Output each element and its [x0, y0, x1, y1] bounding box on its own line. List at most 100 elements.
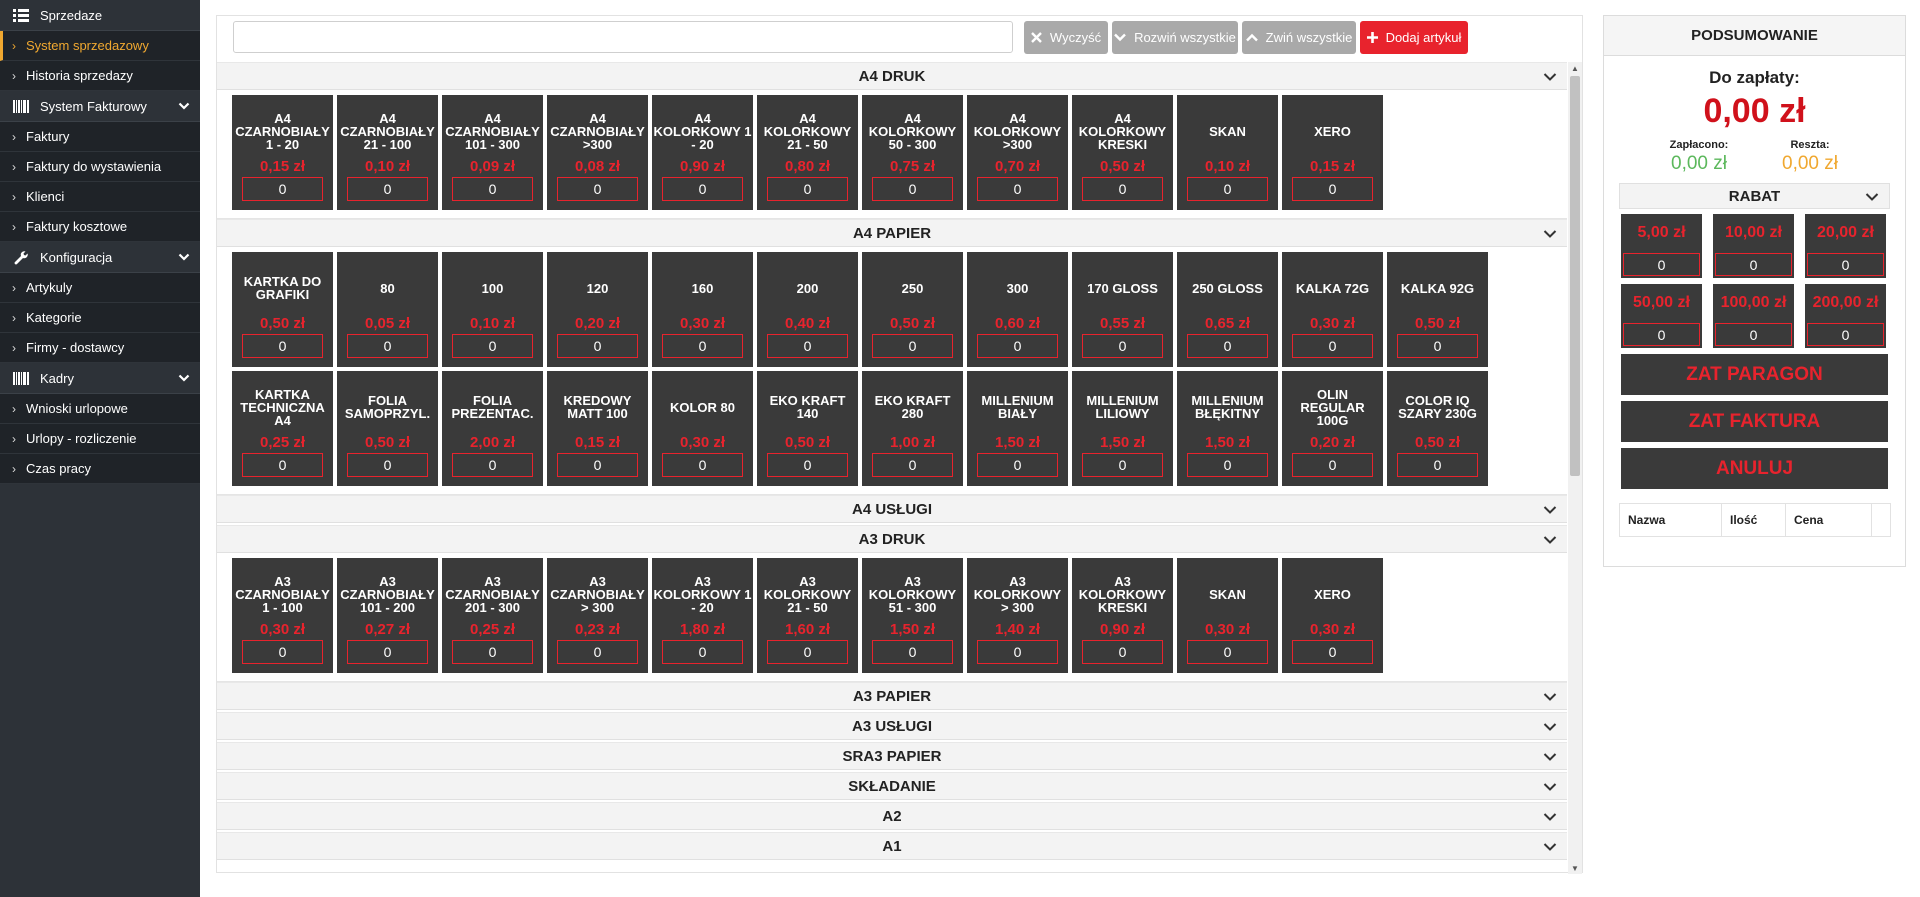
sidebar-item[interactable]: › Klienci: [0, 182, 200, 212]
article-quantity-input[interactable]: [347, 640, 428, 664]
article-quantity-input[interactable]: [977, 453, 1058, 477]
discount-quantity-input[interactable]: [1715, 253, 1792, 276]
article-quantity-input[interactable]: [452, 334, 533, 358]
discount-tile[interactable]: 10,00 zł: [1713, 214, 1794, 278]
article-quantity-input[interactable]: [452, 640, 533, 664]
sidebar-item[interactable]: › Faktury: [0, 122, 200, 152]
article-tile[interactable]: 250 0,50 zł: [862, 252, 963, 367]
discount-tile[interactable]: 50,00 zł: [1621, 284, 1702, 348]
discount-quantity-input[interactable]: [1623, 253, 1700, 276]
clear-button[interactable]: Wyczyść: [1024, 21, 1108, 54]
article-quantity-input[interactable]: [1292, 453, 1373, 477]
article-quantity-input[interactable]: [1397, 453, 1478, 477]
sidebar-section[interactable]: Konfiguracja: [0, 242, 200, 273]
category-header[interactable]: A3 USŁUGI: [217, 712, 1567, 740]
article-tile[interactable]: EKO KRAFT 140 0,50 zł: [757, 371, 858, 486]
article-quantity-input[interactable]: [977, 334, 1058, 358]
article-quantity-input[interactable]: [872, 177, 953, 201]
sidebar-item[interactable]: › Faktury do wystawienia: [0, 152, 200, 182]
category-header[interactable]: A4 USŁUGI: [217, 495, 1567, 523]
article-quantity-input[interactable]: [1292, 177, 1373, 201]
add-article-button[interactable]: Dodaj artykuł: [1360, 21, 1468, 54]
article-quantity-input[interactable]: [977, 640, 1058, 664]
article-tile[interactable]: A4 CZARNOBIAŁY 21 - 100 0,10 zł: [337, 95, 438, 210]
scroll-up-arrow-icon[interactable]: ▲: [1568, 62, 1582, 74]
article-quantity-input[interactable]: [557, 334, 638, 358]
article-quantity-input[interactable]: [767, 453, 848, 477]
article-quantity-input[interactable]: [1082, 177, 1163, 201]
article-tile[interactable]: A4 KOLORKOWY 50 - 300 0,75 zł: [862, 95, 963, 210]
discount-quantity-input[interactable]: [1807, 253, 1884, 276]
article-tile[interactable]: SKAN 0,10 zł: [1177, 95, 1278, 210]
article-tile[interactable]: KALKA 72G 0,30 zł: [1282, 252, 1383, 367]
article-tile[interactable]: 170 GLOSS 0,55 zł: [1072, 252, 1173, 367]
article-tile[interactable]: 160 0,30 zł: [652, 252, 753, 367]
article-tile[interactable]: A3 CZARNOBIAŁY > 300 0,23 zł: [547, 558, 648, 673]
article-tile[interactable]: A3 KOLORKOWY 51 - 300 1,50 zł: [862, 558, 963, 673]
article-tile[interactable]: 120 0,20 zł: [547, 252, 648, 367]
sidebar-item[interactable]: › Artykuly: [0, 273, 200, 303]
category-header[interactable]: SRA3 PAPIER: [217, 742, 1567, 770]
discount-tile[interactable]: 5,00 zł: [1621, 214, 1702, 278]
article-tile[interactable]: COLOR IQ SZARY 230G 0,50 zł: [1387, 371, 1488, 486]
article-quantity-input[interactable]: [662, 640, 743, 664]
invoice-button[interactable]: ZAT FAKTURA: [1621, 401, 1888, 442]
article-tile[interactable]: A3 KOLORKOWY > 300 1,40 zł: [967, 558, 1068, 673]
article-quantity-input[interactable]: [1187, 453, 1268, 477]
sidebar-item[interactable]: › Wnioski urlopowe: [0, 394, 200, 424]
scroll-down-arrow-icon[interactable]: ▼: [1568, 862, 1582, 874]
vertical-scrollbar[interactable]: ▲ ▼: [1568, 62, 1582, 874]
article-tile[interactable]: SKAN 0,30 zł: [1177, 558, 1278, 673]
category-header[interactable]: A3 PAPIER: [217, 682, 1567, 710]
article-quantity-input[interactable]: [872, 453, 953, 477]
article-quantity-input[interactable]: [767, 334, 848, 358]
article-tile[interactable]: KREDOWY MATT 100 0,15 zł: [547, 371, 648, 486]
category-header[interactable]: A2: [217, 802, 1567, 830]
article-quantity-input[interactable]: [347, 177, 428, 201]
article-quantity-input[interactable]: [242, 334, 323, 358]
article-quantity-input[interactable]: [662, 453, 743, 477]
article-quantity-input[interactable]: [977, 177, 1058, 201]
article-quantity-input[interactable]: [1292, 334, 1373, 358]
article-tile[interactable]: 250 GLOSS 0,65 zł: [1177, 252, 1278, 367]
article-tile[interactable]: EKO KRAFT 280 1,00 zł: [862, 371, 963, 486]
category-header[interactable]: A1: [217, 832, 1567, 860]
scrollbar-thumb[interactable]: [1570, 76, 1580, 476]
article-quantity-input[interactable]: [1082, 334, 1163, 358]
rabat-toggle[interactable]: RABAT: [1619, 183, 1890, 209]
article-tile[interactable]: A4 CZARNOBIAŁY >300 0,08 zł: [547, 95, 648, 210]
sidebar-item[interactable]: › Czas pracy: [0, 454, 200, 484]
article-quantity-input[interactable]: [1082, 453, 1163, 477]
article-quantity-input[interactable]: [452, 177, 533, 201]
article-tile[interactable]: 80 0,05 zł: [337, 252, 438, 367]
article-quantity-input[interactable]: [1187, 177, 1268, 201]
collapse-all-button[interactable]: Zwiń wszystkie: [1242, 21, 1356, 54]
article-quantity-input[interactable]: [1187, 640, 1268, 664]
article-tile[interactable]: A4 CZARNOBIAŁY 1 - 20 0,15 zł: [232, 95, 333, 210]
discount-tile[interactable]: 100,00 zł: [1713, 284, 1794, 348]
sidebar-item[interactable]: › Kategorie: [0, 303, 200, 333]
discount-tile[interactable]: 200,00 zł: [1805, 284, 1886, 348]
sidebar-section[interactable]: Kadry: [0, 363, 200, 394]
article-quantity-input[interactable]: [1187, 334, 1268, 358]
category-header[interactable]: SKŁADANIE: [217, 772, 1567, 800]
article-quantity-input[interactable]: [662, 177, 743, 201]
article-quantity-input[interactable]: [872, 640, 953, 664]
article-tile[interactable]: A4 KOLORKOWY KRESKI 0,50 zł: [1072, 95, 1173, 210]
article-quantity-input[interactable]: [767, 640, 848, 664]
article-quantity-input[interactable]: [347, 334, 428, 358]
article-tile[interactable]: XERO 0,30 zł: [1282, 558, 1383, 673]
article-tile[interactable]: A3 CZARNOBIAŁY 1 - 100 0,30 zł: [232, 558, 333, 673]
article-tile[interactable]: KOLOR 80 0,30 zł: [652, 371, 753, 486]
article-quantity-input[interactable]: [557, 453, 638, 477]
article-quantity-input[interactable]: [872, 334, 953, 358]
category-header[interactable]: A4 PAPIER: [217, 219, 1567, 247]
article-tile[interactable]: A3 KOLORKOWY KRESKI 0,90 zł: [1072, 558, 1173, 673]
sidebar-item[interactable]: › Urlopy - rozliczenie: [0, 424, 200, 454]
sidebar-item[interactable]: › Firmy - dostawcy: [0, 333, 200, 363]
discount-quantity-input[interactable]: [1623, 323, 1700, 346]
expand-all-button[interactable]: Rozwiń wszystkie: [1112, 21, 1238, 54]
article-tile[interactable]: FOLIA SAMOPRZYL. 0,50 zł: [337, 371, 438, 486]
article-quantity-input[interactable]: [557, 177, 638, 201]
article-tile[interactable]: A3 CZARNOBIAŁY 101 - 200 0,27 zł: [337, 558, 438, 673]
